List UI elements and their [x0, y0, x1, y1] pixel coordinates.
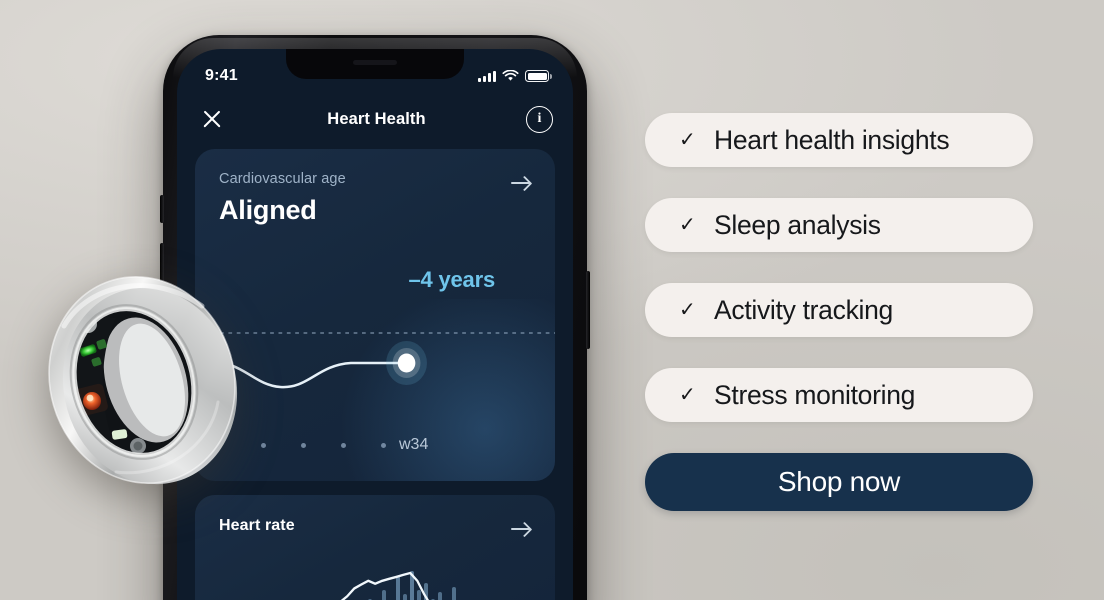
- axis-dot: [381, 442, 386, 448]
- status-bar-time: 9:41: [205, 67, 238, 84]
- axis-dot: [301, 442, 306, 448]
- feature-pill-heart-health-insights[interactable]: ✓ Heart health insights: [645, 113, 1033, 167]
- smart-ring-product-image: [42, 262, 242, 500]
- arrow-right-icon[interactable]: [509, 171, 533, 195]
- check-icon: ✓: [679, 214, 696, 236]
- heart-rate-card-header: Heart rate: [195, 495, 555, 541]
- cardiovascular-age-value: Aligned: [219, 195, 317, 225]
- app-nav-bar: Heart Health i: [177, 95, 573, 143]
- heart-rate-card[interactable]: Heart rate: [195, 495, 555, 600]
- phone-mute-switch: [160, 195, 164, 223]
- feature-pill-activity-tracking[interactable]: ✓ Activity tracking: [645, 283, 1033, 337]
- info-icon[interactable]: i: [526, 105, 553, 133]
- cardiovascular-card-header: Cardiovascular age Aligned: [195, 149, 555, 226]
- heart-rate-line-svg: [340, 571, 430, 600]
- cellular-signal-icon: [478, 70, 496, 82]
- axis-dot: [341, 442, 346, 448]
- arrow-right-icon[interactable]: [509, 517, 533, 541]
- chart-x-axis: w34: [195, 436, 555, 453]
- wifi-icon: [502, 70, 519, 81]
- heart-rate-label: Heart rate: [219, 517, 295, 534]
- phone-power-button: [586, 271, 590, 349]
- trend-endpoint: [397, 353, 416, 373]
- feature-label: Stress monitoring: [714, 379, 916, 410]
- status-bar-icons: [478, 70, 552, 82]
- cardiovascular-age-card[interactable]: Cardiovascular age Aligned –4 years w34: [195, 149, 555, 481]
- close-icon[interactable]: [197, 104, 227, 134]
- cardiovascular-age-chart: –4 years w34: [195, 267, 555, 481]
- check-icon: ✓: [679, 129, 696, 151]
- shop-now-button[interactable]: Shop now: [645, 453, 1033, 511]
- cardiovascular-age-label: Cardiovascular age: [219, 171, 346, 187]
- smart-ring-svg: [48, 276, 238, 485]
- battery-full-icon: [525, 70, 552, 82]
- axis-dot: [261, 442, 266, 448]
- status-bar: 9:41: [177, 49, 573, 95]
- feature-label: Sleep analysis: [714, 209, 881, 240]
- heart-rate-line: [340, 571, 430, 600]
- feature-label: Heart health insights: [714, 124, 950, 155]
- heart-rate-chart: [195, 557, 555, 600]
- feature-label: Activity tracking: [714, 294, 893, 325]
- feature-pill-sleep-analysis[interactable]: ✓ Sleep analysis: [645, 198, 1033, 252]
- check-icon: ✓: [679, 384, 696, 406]
- axis-label-w34: w34: [399, 436, 429, 453]
- check-icon: ✓: [679, 299, 696, 321]
- shop-now-label: Shop now: [777, 466, 901, 497]
- feature-pill-stress-monitoring[interactable]: ✓ Stress monitoring: [645, 368, 1033, 422]
- card-list: Cardiovascular age Aligned –4 years w34 …: [195, 149, 555, 600]
- feature-panel: ✓ Heart health insights ✓ Sleep analysis…: [645, 113, 1033, 511]
- page-title: Heart Health: [327, 109, 426, 128]
